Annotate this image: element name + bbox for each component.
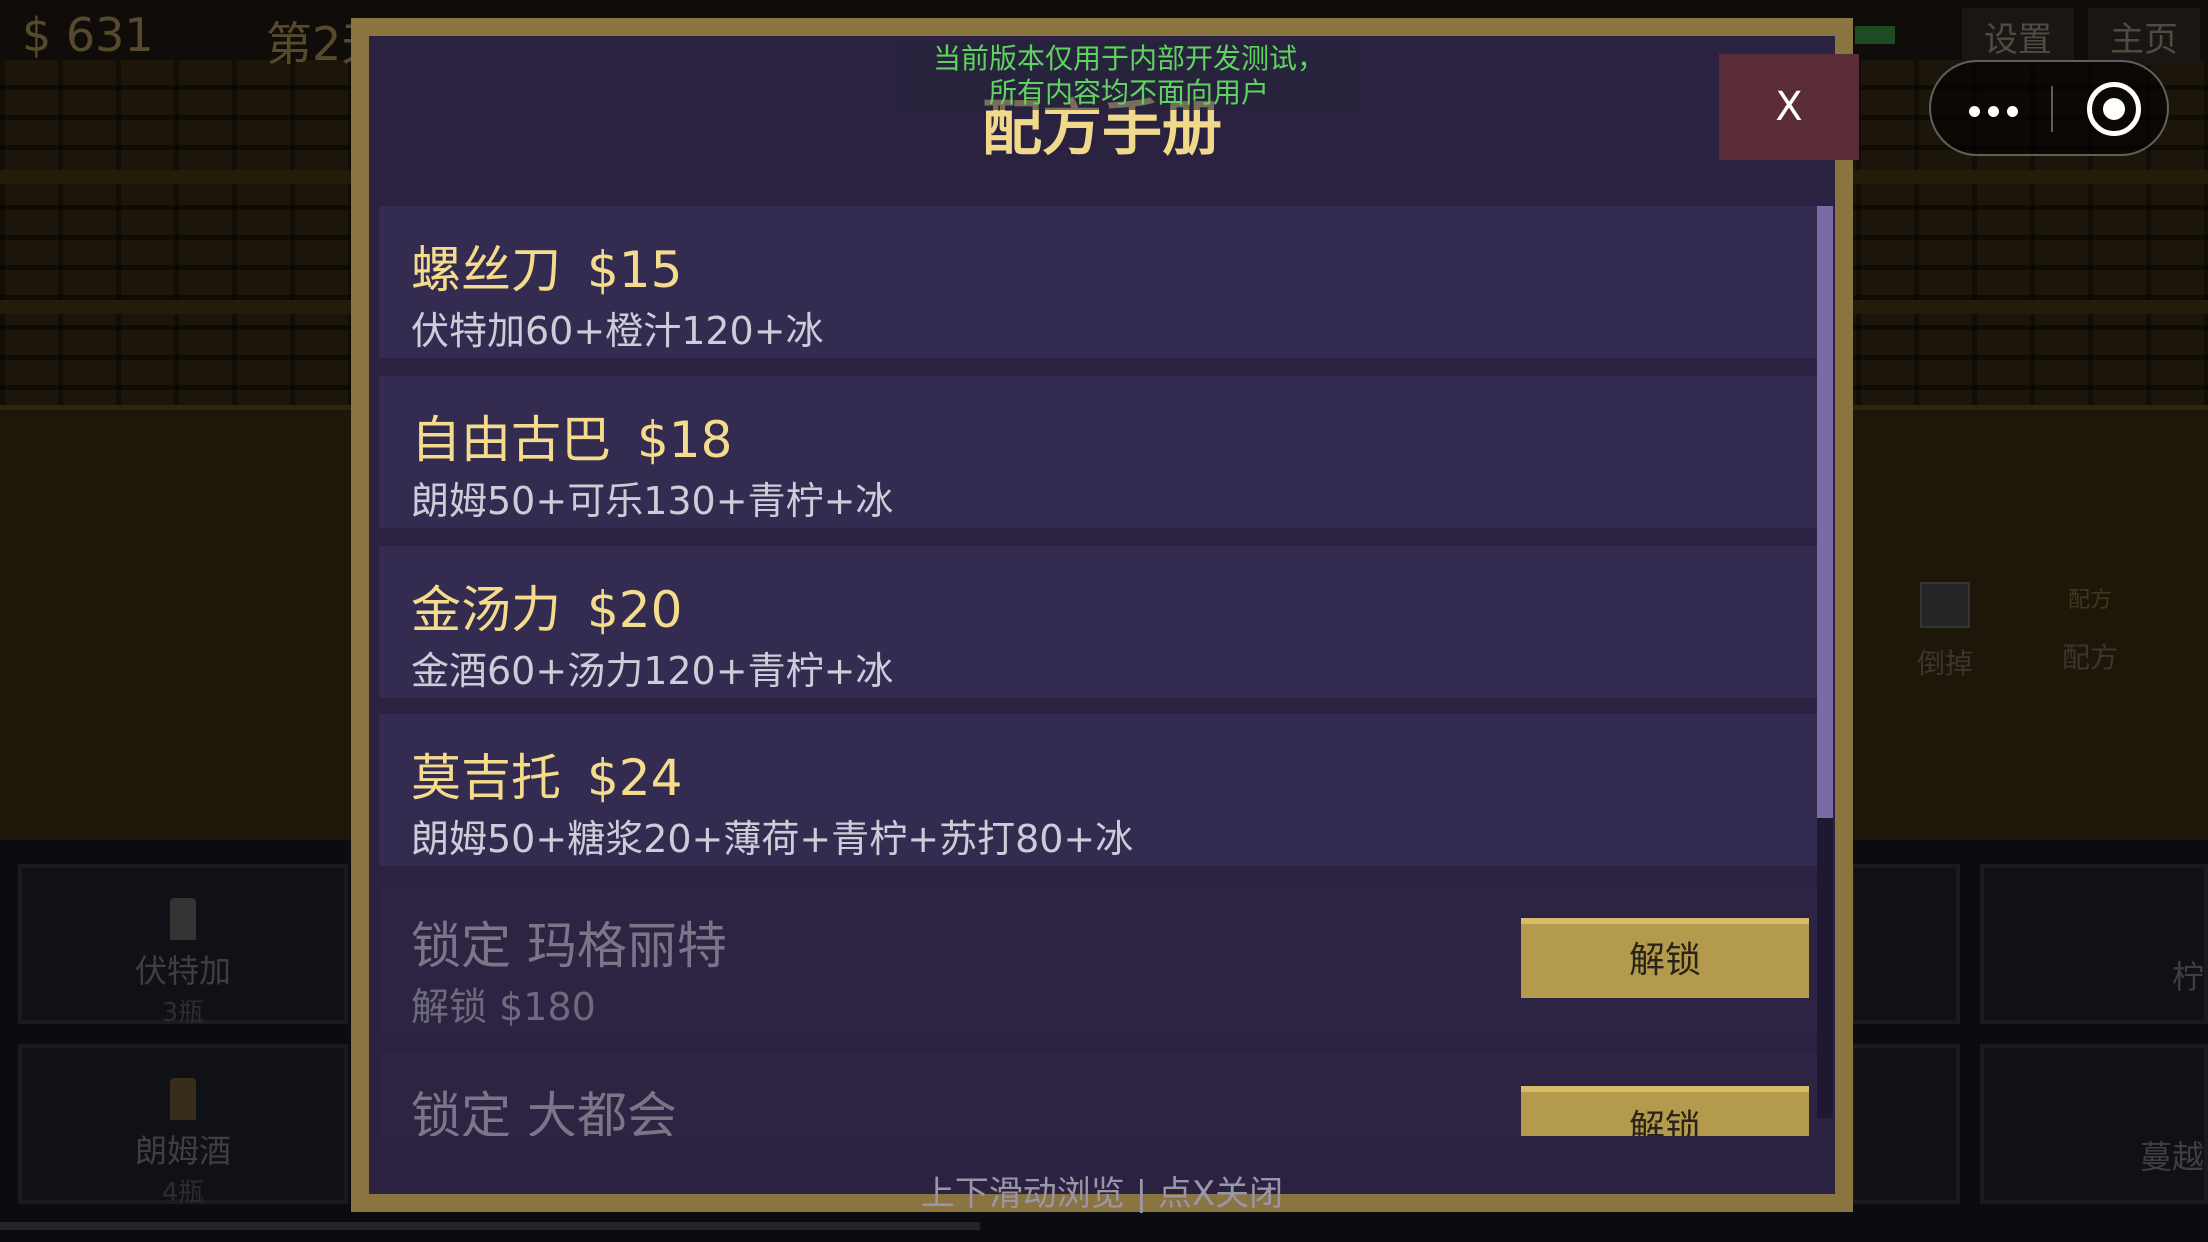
recipe-ingredients: 朗姆50+可乐130+青柠+冰: [411, 479, 894, 523]
close-miniprogram-icon[interactable]: [2087, 82, 2141, 136]
recipe-item: 螺丝刀 $15 伏特加60+橙汁120+冰: [379, 206, 1817, 358]
unlock-button[interactable]: 解锁: [1521, 918, 1809, 998]
recipe-ingredients: 金酒60+汤力120+青柠+冰: [411, 649, 894, 693]
recipe-price: $15: [587, 241, 683, 299]
recipe-item: 自由古巴 $18 朗姆50+可乐130+青柠+冰: [379, 376, 1817, 528]
recipe-name: 金汤力: [411, 581, 561, 639]
dev-notice: 当前版本仅用于内部开发测试， 所有内容均不面向用户: [899, 42, 1359, 110]
recipe-list[interactable]: 螺丝刀 $15 伏特加60+橙汁120+冰 自由古巴 $18 朗姆50+可乐130+…: [379, 206, 1817, 1136]
dev-notice-line-2: 所有内容均不面向用户: [988, 76, 1269, 109]
locked-recipe-title: 锁定 玛格丽特: [411, 917, 727, 975]
dev-notice-line-1: 当前版本仅用于内部开发测试，: [932, 42, 1325, 75]
recipe-price: $20: [587, 581, 683, 639]
recipe-price: $24: [587, 749, 683, 807]
more-options-icon[interactable]: [1969, 102, 2026, 121]
close-button[interactable]: X: [1719, 54, 1859, 160]
locked-recipe-item: 锁定 玛格丽特 解锁 $180 解锁: [379, 882, 1817, 1034]
locked-recipe-item: 锁定 大都会 解锁: [379, 1052, 1817, 1136]
scrollbar-thumb[interactable]: [1817, 206, 1833, 818]
unlock-cost: 解锁 $180: [411, 985, 596, 1029]
recipe-item: 金汤力 $20 金酒60+汤力120+青柠+冰: [379, 546, 1817, 698]
recipe-name: 自由古巴: [411, 411, 611, 469]
recipe-name: 莫吉托: [411, 749, 561, 807]
capsule-divider: [2051, 86, 2053, 132]
recipe-price: $18: [637, 411, 733, 469]
recipe-name: 螺丝刀: [411, 241, 561, 299]
recipe-ingredients: 朗姆50+糖浆20+薄荷+青柠+苏打80+冰: [411, 817, 1134, 861]
recipe-book-modal: 配方手册 当前版本仅用于内部开发测试， 所有内容均不面向用户 X 螺丝刀 $15 …: [351, 18, 1859, 1214]
unlock-button[interactable]: 解锁: [1521, 1086, 1809, 1136]
footer-hint: 上下滑动浏览 | 点X关闭: [920, 1174, 1284, 1214]
recipe-item: 莫吉托 $24 朗姆50+糖浆20+薄荷+青柠+苏打80+冰: [379, 714, 1817, 866]
locked-recipe-title: 锁定 大都会: [411, 1087, 677, 1136]
recipe-ingredients: 伏特加60+橙汁120+冰: [411, 309, 824, 353]
miniprogram-capsule: [1929, 60, 2169, 156]
